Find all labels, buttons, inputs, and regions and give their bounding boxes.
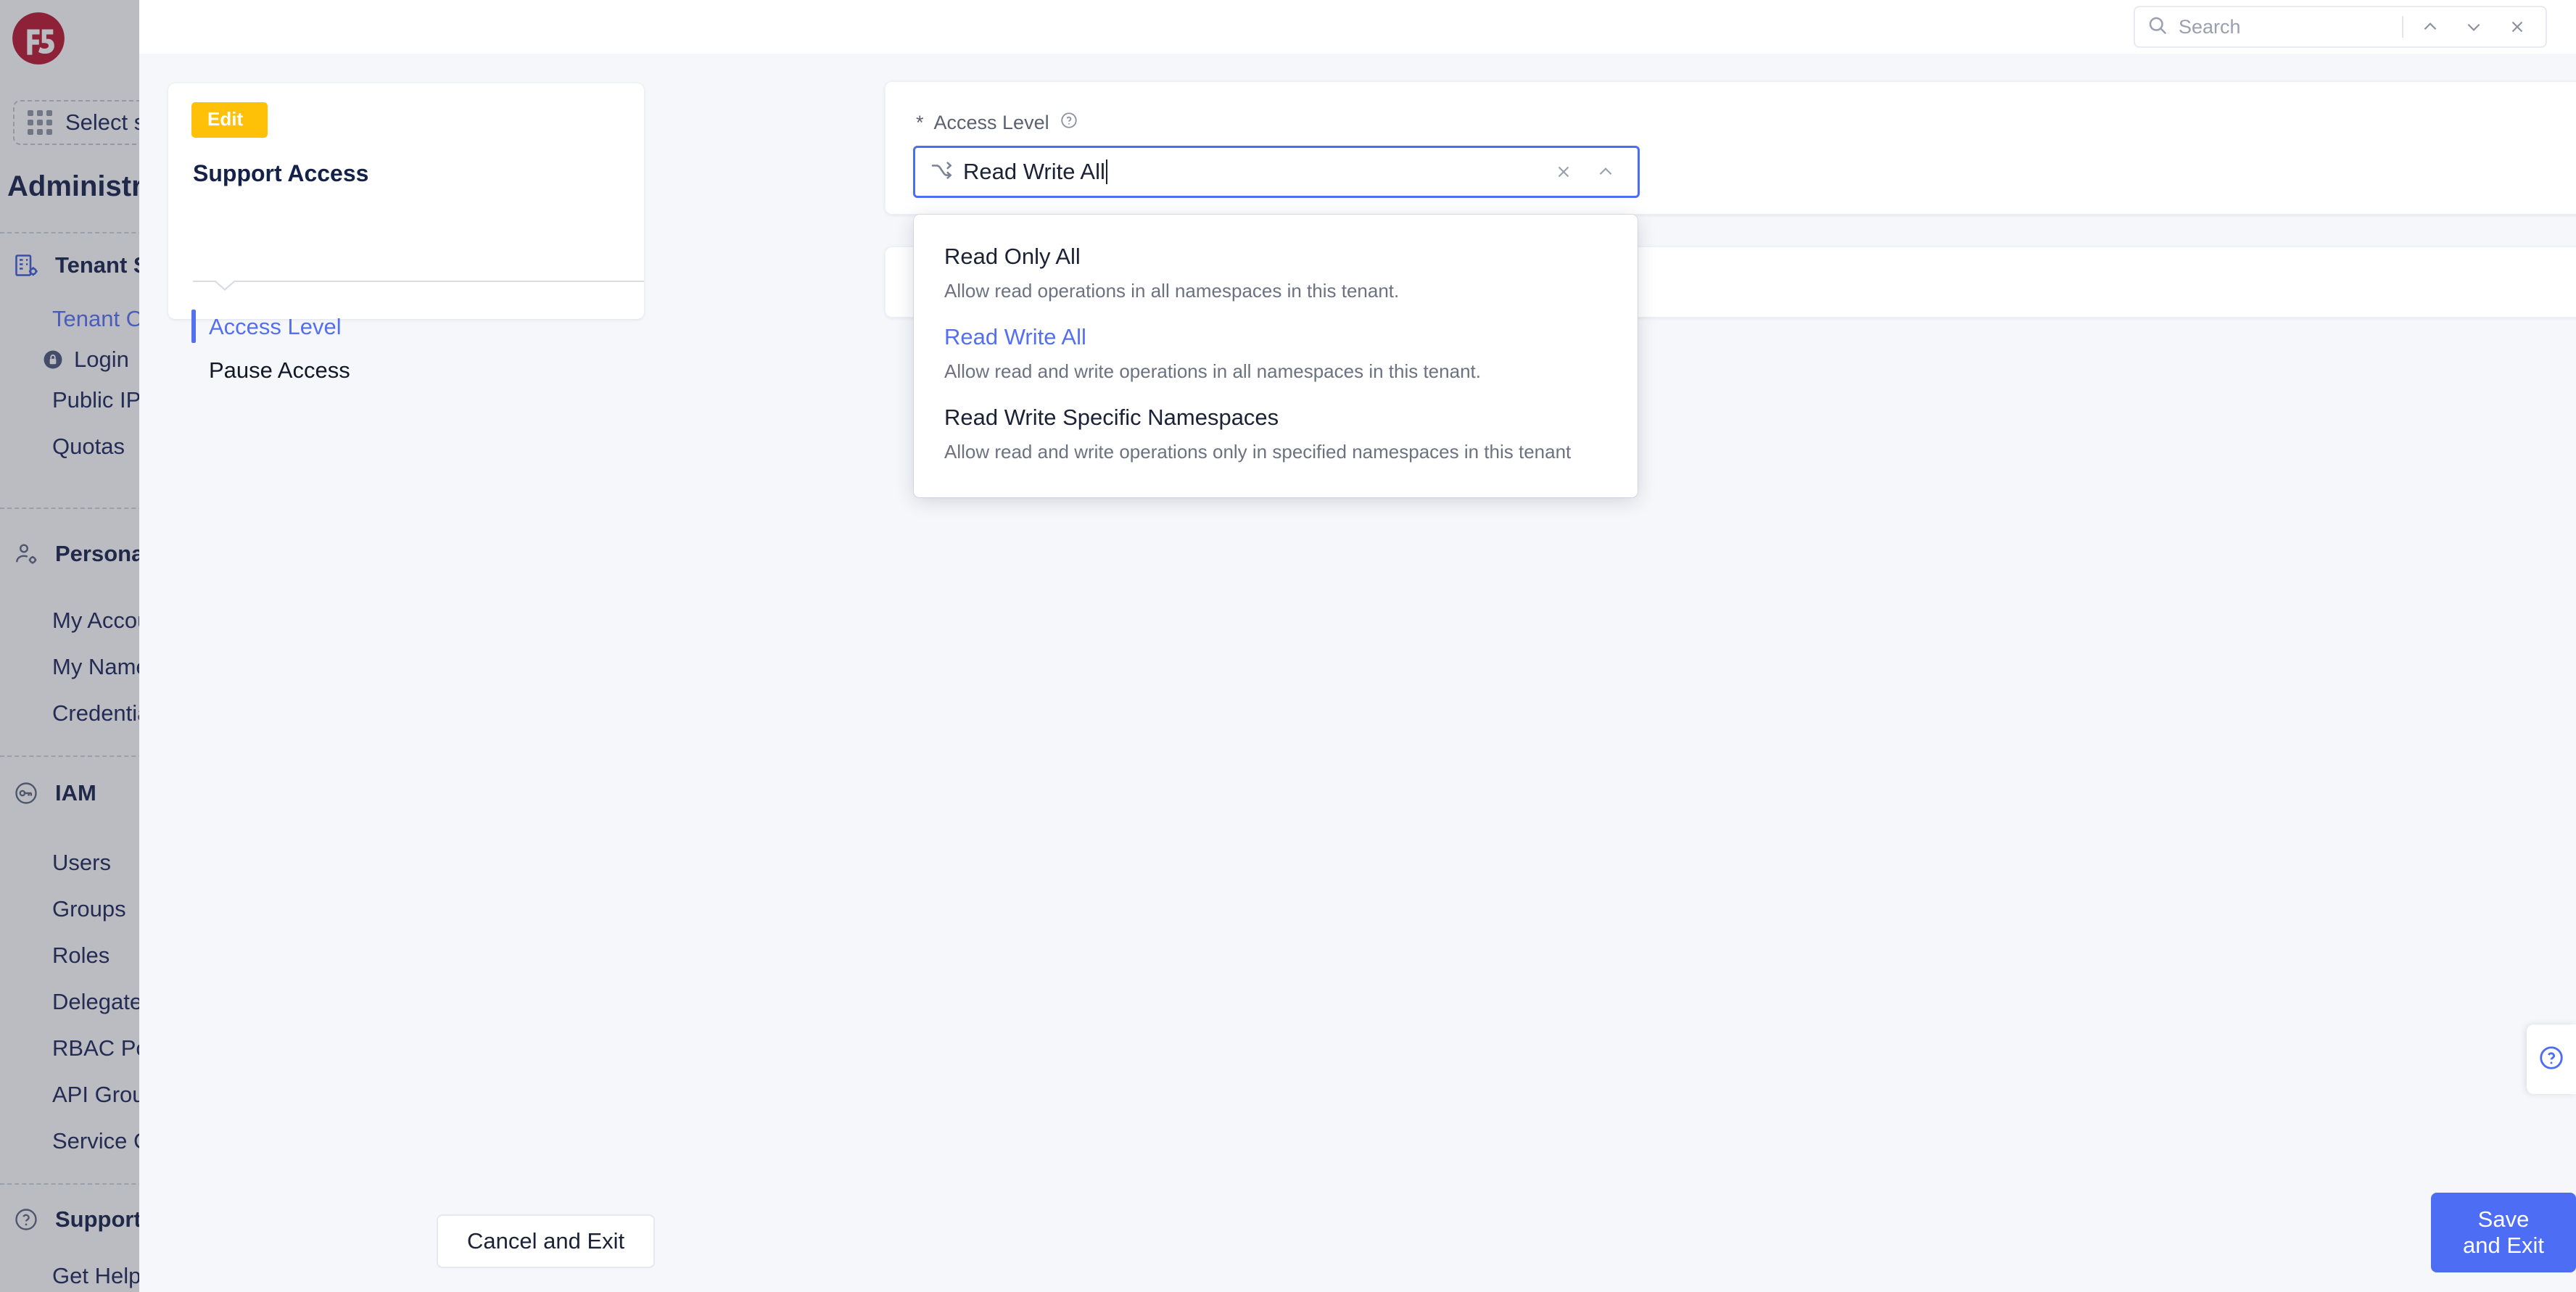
wizard-step-label: Pause Access (209, 357, 350, 383)
nav-divider (0, 755, 139, 757)
chevron-up-icon[interactable] (1590, 156, 1622, 188)
nav-divider (0, 508, 139, 509)
sidebar-item-label: My Name (52, 654, 139, 679)
nav-group-label: Persona (55, 541, 139, 566)
sidebar-item-public-ip[interactable]: Public IP (52, 387, 139, 413)
help-circle-icon (2538, 1044, 2565, 1075)
help-tab-button[interactable] (2527, 1024, 2576, 1094)
divider (193, 281, 644, 282)
sidebar-item-label: Login (74, 347, 129, 372)
lock-icon (42, 349, 64, 370)
tenant-selector[interactable]: Select se (13, 100, 139, 145)
sidebar-item-rbac-policies[interactable]: RBAC Pol (52, 1035, 139, 1061)
access-level-label: * Access Level (916, 111, 1078, 135)
app-sidebar: Select se Administra Tenant S Tena (0, 0, 139, 1292)
access-level-card: * Access Level Read Write All (885, 81, 2576, 215)
chevron-up-icon[interactable] (2414, 10, 2447, 44)
close-icon[interactable] (2501, 10, 2534, 44)
nav-group-iam[interactable]: IAM (13, 780, 96, 806)
sidebar-item-service-credentials[interactable]: Service C (52, 1128, 139, 1154)
sidebar-item-credentials[interactable]: Credentia (52, 700, 139, 726)
option-description: Allow read and write operations in all n… (944, 360, 1481, 382)
page-title: Administra (7, 170, 139, 202)
sidebar-item-api-groups[interactable]: API Group (52, 1082, 139, 1108)
help-circle-icon[interactable] (1060, 111, 1078, 135)
sidebar-item-label: Users (52, 850, 111, 875)
sidebar-item-label: Tenant Ov (52, 306, 139, 331)
search-icon (2147, 15, 2168, 40)
sidebar-item-my-account[interactable]: My Accou (52, 608, 139, 634)
sidebar-item-users[interactable]: Users (52, 850, 111, 876)
sidebar-item-groups[interactable]: Groups (52, 896, 126, 922)
sidebar-item-label: Quotas (52, 434, 125, 459)
nav-group-label: IAM (55, 780, 96, 806)
wizard-step-label: Access Level (209, 314, 342, 339)
sidebar-item-quotas[interactable]: Quotas (52, 434, 125, 460)
text-cursor (1105, 160, 1107, 184)
nav-divider (0, 1183, 139, 1185)
sidebar-item-get-help[interactable]: Get Help (52, 1263, 139, 1289)
sidebar-item-label: Credentia (52, 700, 139, 726)
wizard-step-pause-access[interactable]: Pause Access (209, 357, 350, 384)
option-title: Read Only All (944, 244, 1081, 269)
search-input[interactable]: Search (2179, 16, 2392, 38)
active-step-notch (213, 280, 236, 291)
key-icon (13, 780, 39, 806)
question-circle-icon (13, 1206, 39, 1233)
access-level-input[interactable]: Read Write All (963, 159, 1537, 185)
sidebar-item-roles[interactable]: Roles (52, 943, 110, 969)
dropdown-option-read-only-all[interactable]: Read Only All Allow read operations in a… (944, 244, 1607, 302)
access-level-dropdown[interactable]: Read Only All Allow read operations in a… (914, 215, 1638, 497)
nav-divider (0, 232, 139, 233)
nav-group-label: Support (55, 1206, 139, 1232)
sidebar-item-my-namespaces[interactable]: My Name (52, 654, 139, 680)
find-in-page-bar[interactable]: Search (2134, 6, 2547, 48)
sidebar-item-label: Delegated (52, 989, 139, 1014)
sidebar-item-delegated[interactable]: Delegated (52, 989, 139, 1015)
sidebar-item-label: Service C (52, 1128, 139, 1154)
access-level-combobox[interactable]: Read Write All (913, 146, 1640, 198)
option-title: Read Write All (944, 324, 1086, 349)
person-settings-icon (13, 541, 39, 567)
wizard-step-access-level[interactable]: Access Level (191, 310, 342, 343)
sidebar-item-label: RBAC Pol (52, 1035, 139, 1061)
sidebar-item-login[interactable]: Login (42, 347, 129, 373)
support-access-overlay: Search Edit Support Access Access Level … (139, 0, 2576, 1292)
chevron-down-icon[interactable] (2457, 10, 2490, 44)
wizard-nav-card: Edit Support Access Access Level Pause A… (168, 83, 644, 383)
required-marker: * (916, 112, 924, 133)
nav-group-tenant-settings[interactable]: Tenant S (13, 252, 139, 278)
field-label-text: Access Level (933, 112, 1049, 133)
dropdown-option-read-write-specific-namespaces[interactable]: Read Write Specific Namespaces Allow rea… (944, 405, 1607, 463)
nav-group-label: Tenant S (55, 252, 139, 278)
tenant-selector-label: Select se (65, 109, 139, 135)
sidebar-item-label: Public IP (52, 387, 139, 413)
sidebar-item-label: API Group (52, 1082, 139, 1107)
divider (2402, 16, 2403, 38)
option-description: Allow read and write operations only in … (944, 441, 1572, 463)
nav-group-personal[interactable]: Persona (13, 541, 139, 567)
save-and-exit-button[interactable]: Save and Exit (2431, 1193, 2576, 1272)
wizard-title: Support Access (193, 160, 369, 186)
cancel-and-exit-button[interactable]: Cancel and Exit (437, 1214, 656, 1268)
edit-mode-badge: Edit (191, 102, 268, 138)
dropdown-option-read-write-all[interactable]: Read Write All Allow read and write oper… (944, 324, 1607, 383)
grid-dots-icon (28, 110, 52, 135)
clear-input-icon[interactable] (1548, 156, 1580, 188)
sidebar-item-label: My Accou (52, 608, 139, 633)
sidebar-item-label: Groups (52, 896, 126, 922)
option-description: Allow read operations in all namespaces … (944, 280, 1400, 302)
tenant-settings-icon (13, 252, 39, 278)
sidebar-item-label: Roles (52, 943, 110, 968)
sidebar-item-label: Get Help (52, 1263, 139, 1288)
sidebar-item-tenant-overview[interactable]: Tenant Ov (52, 306, 139, 332)
shuffle-arrows-icon (930, 159, 953, 186)
option-title: Read Write Specific Namespaces (944, 405, 1279, 430)
nav-group-support[interactable]: Support (13, 1206, 139, 1233)
app-root: Select se Administra Tenant S Tena (0, 0, 2576, 1292)
f5-logo-icon[interactable] (10, 10, 67, 67)
